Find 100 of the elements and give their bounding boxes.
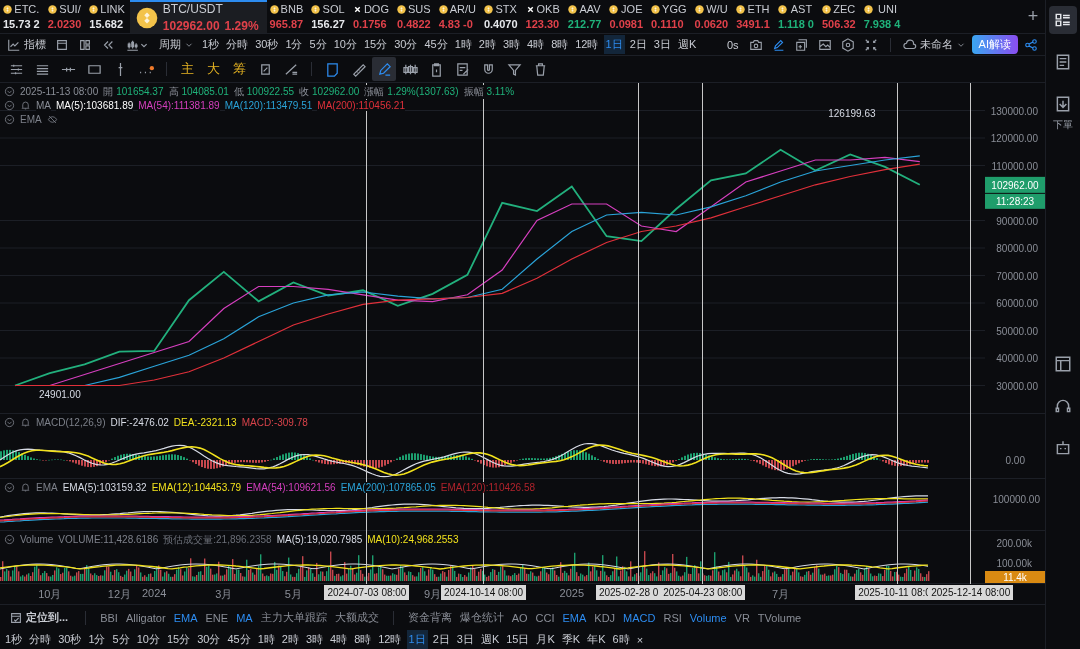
tool-button[interactable]: 大: [201, 57, 225, 82]
interval-tab[interactable]: 30秒: [56, 630, 84, 649]
ticker-tab[interactable]: ETH 3491.1: [733, 0, 775, 34]
collapse-icon[interactable]: [4, 417, 15, 429]
indicators-button[interactable]: 指標: [4, 37, 49, 53]
interval-tab[interactable]: 5分: [110, 630, 132, 649]
interval-tab[interactable]: 分時: [27, 630, 54, 649]
interval-tab[interactable]: 4時: [525, 35, 547, 55]
interval-tab[interactable]: 8時: [549, 35, 571, 55]
collapse-icon[interactable]: [4, 482, 15, 494]
ticker-tab[interactable]: W/U 0.0620: [691, 0, 734, 34]
tool-button[interactable]: 筹: [227, 57, 251, 82]
interval-tab[interactable]: 15分: [361, 35, 390, 55]
interval-tab[interactable]: 1日: [406, 630, 428, 649]
interval-tab[interactable]: 10分: [331, 35, 359, 55]
period-dropdown[interactable]: 周期: [156, 37, 197, 53]
indicator-toggle[interactable]: EMA: [173, 611, 198, 624]
interval-tab[interactable]: 2日: [627, 35, 649, 55]
layout-dropdown[interactable]: 未命名: [899, 37, 969, 53]
interval-tab[interactable]: 分時: [224, 35, 251, 55]
interval-tab[interactable]: 8時: [352, 630, 374, 649]
indicator-toggle[interactable]: 大额成交: [334, 610, 379, 626]
interval-tab[interactable]: 2時: [476, 35, 498, 55]
interval-tab[interactable]: 4時: [328, 630, 350, 649]
bell-icon[interactable]: [20, 482, 31, 494]
ticker-tab[interactable]: SUS 0.4822: [393, 0, 436, 34]
interval-tab[interactable]: 1時: [255, 630, 277, 649]
interval-tab[interactable]: 1分: [86, 630, 108, 649]
interval-tab[interactable]: 3時: [303, 630, 325, 649]
indicator-toggle[interactable]: Volume: [689, 611, 727, 624]
ticker-tab[interactable]: ZEC 506.32: [818, 0, 861, 34]
interval-tab[interactable]: 30分: [392, 35, 420, 55]
interval-tab[interactable]: 3日: [651, 35, 673, 55]
interval-tab[interactable]: 30分: [195, 630, 223, 649]
indicator-toggle[interactable]: 资金背离: [407, 610, 452, 626]
interval-tab[interactable]: 季K: [559, 630, 583, 649]
indicator-toggle[interactable]: Alligator: [125, 611, 166, 624]
eye-off-icon[interactable]: [46, 114, 58, 126]
ticker-tab[interactable]: LINK 15.682: [86, 0, 130, 34]
ticker-tab[interactable]: AAV 212.77: [564, 0, 607, 34]
interval-tab[interactable]: 3日: [454, 630, 476, 649]
indicator-toggle[interactable]: VR: [734, 611, 750, 624]
interval-tab[interactable]: 月K: [534, 630, 557, 649]
indicator-toggle[interactable]: KDJ: [594, 611, 616, 624]
interval-tab[interactable]: 1時: [452, 35, 474, 55]
indicator-toggle[interactable]: ENE: [205, 611, 229, 624]
bell-icon[interactable]: [20, 100, 31, 112]
grid-icon[interactable]: [78, 37, 92, 52]
indicator-toggle[interactable]: 爆仓统计: [459, 610, 504, 626]
interval-tab[interactable]: 5分: [307, 35, 329, 55]
indicator-toggle[interactable]: MA: [236, 611, 253, 624]
collapse-icon[interactable]: [4, 100, 15, 112]
pencil-icon[interactable]: [771, 37, 786, 52]
interval-tab[interactable]: 2時: [279, 630, 301, 649]
calendar-icon[interactable]: [55, 37, 69, 52]
interval-tab[interactable]: 1分: [283, 35, 305, 55]
interval-tab[interactable]: 週K: [675, 35, 699, 55]
indicator-toggle[interactable]: MACD: [623, 611, 656, 624]
interval-tab[interactable]: 3時: [500, 35, 522, 55]
interval-tab[interactable]: 年K: [585, 630, 608, 649]
interval-tab[interactable]: 12時: [573, 35, 601, 55]
interval-tab[interactable]: 週K: [478, 630, 502, 649]
collapse-icon[interactable]: [4, 86, 15, 98]
camera-icon[interactable]: [748, 37, 763, 52]
ticker-tab[interactable]: OKB 123.30: [522, 0, 565, 34]
add-frame-icon[interactable]: [794, 37, 809, 52]
bell-icon[interactable]: [20, 417, 31, 429]
settings-icon[interactable]: [840, 37, 855, 52]
ticker-tab[interactable]: STX 0.4070: [480, 0, 523, 34]
indicator-toggle[interactable]: TVolume: [757, 611, 802, 624]
ticker-tab[interactable]: BTC/USDT 102962.00 1.29%: [129, 0, 267, 34]
interval-tab[interactable]: 6時: [610, 630, 632, 649]
interval-tab[interactable]: 2日: [430, 630, 452, 649]
collapse-icon[interactable]: [4, 114, 15, 126]
indicator-toggle[interactable]: RSI: [663, 611, 682, 624]
interval-tab[interactable]: 1日: [603, 35, 625, 55]
collapse-icon[interactable]: [863, 37, 878, 52]
ticker-tab[interactable]: SUI/ 2.0230: [44, 0, 87, 34]
ticker-tab[interactable]: JOE 0.0981: [606, 0, 649, 34]
close-button[interactable]: ×: [634, 631, 646, 648]
interval-tab[interactable]: 12時: [376, 630, 404, 649]
sidebar-button[interactable]: [1049, 6, 1077, 34]
interval-tab[interactable]: 10分: [134, 630, 162, 649]
interval-tab[interactable]: 15日: [504, 630, 532, 649]
indicator-toggle[interactable]: EMA: [562, 611, 587, 624]
collapse-icon[interactable]: [4, 534, 15, 546]
interval-tab[interactable]: 45分: [225, 630, 253, 649]
ticker-tab[interactable]: YGG 0.1110: [648, 0, 692, 34]
ticker-tab[interactable]: AR/U 4.83 -0: [435, 0, 481, 34]
interval-tab[interactable]: 1秒: [3, 630, 25, 649]
interval-tab[interactable]: 30秒: [253, 35, 281, 55]
ticker-tab[interactable]: SOL 156.27: [308, 0, 350, 34]
indicator-toggle[interactable]: 主力大单跟踪: [260, 610, 327, 626]
interval-tab[interactable]: 1秒: [200, 35, 222, 55]
add-tab-button[interactable]: +: [1021, 0, 1045, 34]
ticker-tab[interactable]: BNB 965.87: [266, 0, 309, 34]
ticker-tab[interactable]: UNI 7.938 4: [860, 0, 906, 34]
tool-button[interactable]: [372, 57, 396, 82]
ai-button[interactable]: AI解读: [971, 35, 1018, 55]
interval-tab[interactable]: 15分: [164, 630, 193, 649]
